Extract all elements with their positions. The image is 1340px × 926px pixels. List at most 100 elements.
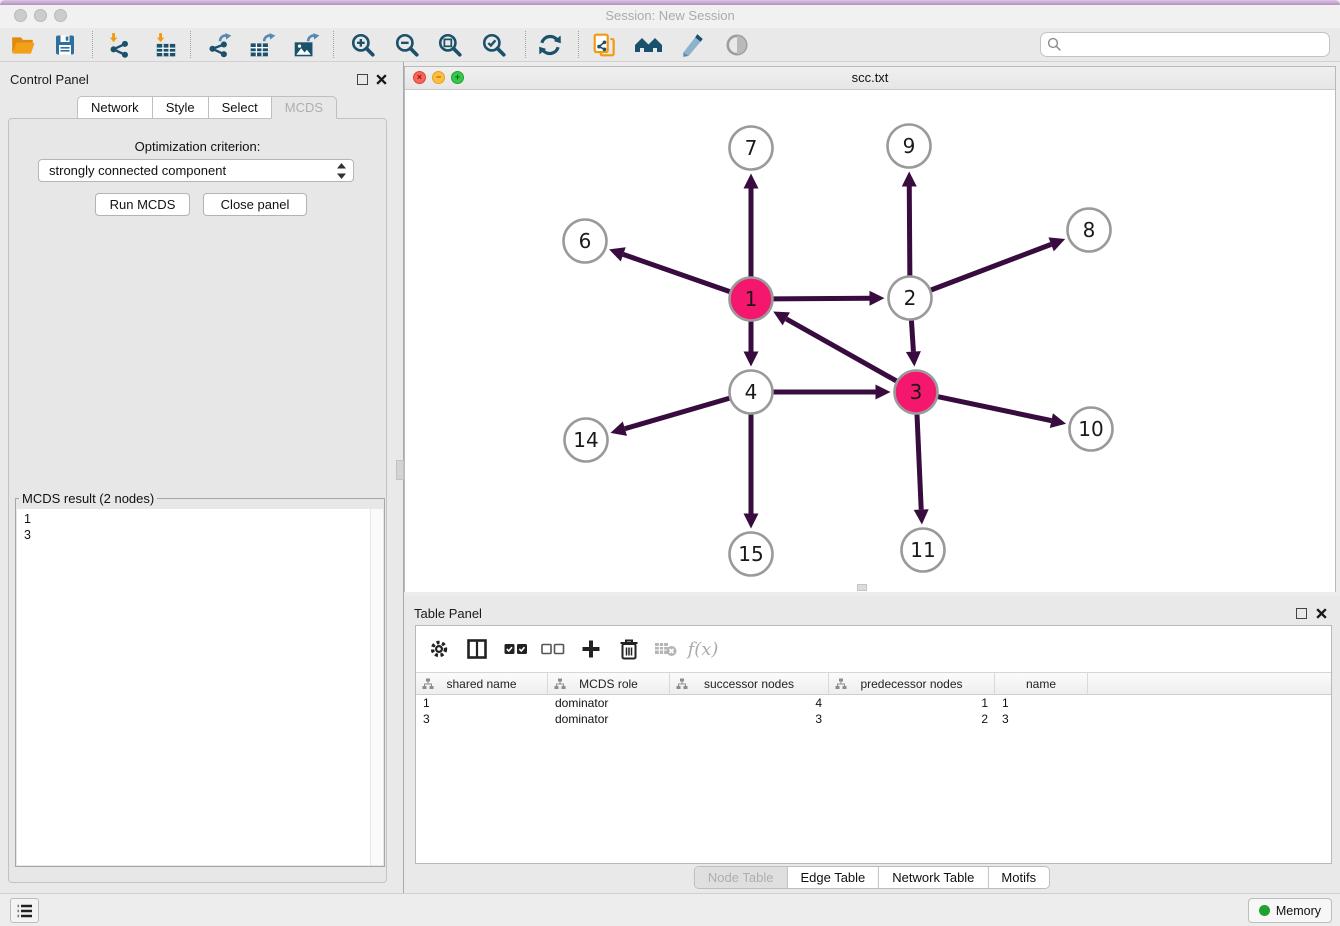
canvas-resize-grip[interactable] <box>857 584 867 591</box>
export-network-icon[interactable] <box>204 30 234 60</box>
column-header-predecessor-nodes[interactable]: predecessor nodes <box>829 673 995 694</box>
graph-edge-arrowhead <box>906 351 921 366</box>
add-row-icon[interactable] <box>576 634 606 664</box>
zoom-in-icon[interactable] <box>348 30 378 60</box>
table-toolbar: f(x) <box>416 626 1331 672</box>
column-header-MCDS-role[interactable]: MCDS role <box>548 673 670 694</box>
function-builder-icon[interactable]: f(x) <box>688 634 718 664</box>
table-cell: 4 <box>670 695 829 711</box>
memory-button[interactable]: Memory <box>1248 898 1332 923</box>
graph-edge-1-2[interactable] <box>773 298 869 299</box>
search-input[interactable] <box>1040 32 1330 57</box>
refresh-layout-icon[interactable] <box>535 30 565 60</box>
home-layout-icon[interactable] <box>634 30 664 60</box>
import-table-icon[interactable] <box>151 30 181 60</box>
mcds-result-group: MCDS result (2 nodes) 1 3 <box>15 491 385 867</box>
mcds-tab-content: Optimization criterion: strongly connect… <box>8 118 387 883</box>
table-panel: Table Panel <box>404 596 1340 893</box>
table-body: 1dominator4113dominator323 <box>416 695 1331 727</box>
apply-style-icon[interactable] <box>678 30 708 60</box>
import-network-icon[interactable] <box>104 30 134 60</box>
select-all-icon[interactable] <box>501 634 531 664</box>
node-table-container: f(x) shared nameMCDS rolesuccessor nodes… <box>415 625 1332 864</box>
select-stepper-icon <box>337 163 346 179</box>
graph-node-label: 9 <box>903 134 916 158</box>
tab-network[interactable]: Network <box>77 96 153 119</box>
criterion-select[interactable]: strongly connected component <box>38 159 354 182</box>
table-cell: 3 <box>670 711 829 727</box>
export-table-icon[interactable] <box>247 30 277 60</box>
graph-edge-3-11[interactable] <box>917 414 921 509</box>
tab-select[interactable]: Select <box>208 96 272 119</box>
network-window-titlebar: × − + scc.txt <box>405 67 1335 90</box>
unselect-all-icon[interactable] <box>538 634 568 664</box>
window-title: Session: New Session <box>0 8 1340 23</box>
column-header-shared-name[interactable]: shared name <box>416 673 548 694</box>
tab-edge-table[interactable]: Edge Table <box>787 867 879 888</box>
float-panel-icon[interactable] <box>357 74 368 85</box>
splitter-grip[interactable] <box>396 460 404 480</box>
graph-edge-2-8[interactable] <box>931 244 1051 290</box>
memory-label: Memory <box>1276 904 1321 918</box>
column-header-successor-nodes[interactable]: successor nodes <box>670 673 829 694</box>
zoom-fit-icon[interactable] <box>435 30 465 60</box>
graph-node-label: 6 <box>579 229 592 253</box>
run-mcds-button[interactable]: Run MCDS <box>95 193 190 216</box>
delete-row-icon[interactable] <box>614 634 644 664</box>
vertical-splitter[interactable] <box>395 62 404 893</box>
network-view-window: × − + scc.txt 1234678910111415 <box>404 66 1336 592</box>
show-columns-icon[interactable] <box>462 634 492 664</box>
clone-network-icon[interactable] <box>590 30 620 60</box>
mcds-result-title: MCDS result (2 nodes) <box>19 491 157 506</box>
table-row[interactable]: 3dominator323 <box>416 711 1331 727</box>
close-table-panel-icon[interactable] <box>1315 607 1328 620</box>
table-panel-tabs: Node TableEdge TableNetwork TableMotifs <box>694 866 1050 889</box>
graph-edge-1-6[interactable] <box>623 254 730 291</box>
delete-table-icon[interactable] <box>651 634 681 664</box>
optimization-criterion-label: Optimization criterion: <box>9 139 386 154</box>
network-canvas[interactable]: 1234678910111415 <box>405 90 1335 592</box>
network-window-title: scc.txt <box>405 70 1335 85</box>
control-panel: Control Panel NetworkStyleSelectMCDS Opt… <box>0 62 395 893</box>
graph-node-label: 14 <box>573 428 598 452</box>
zoom-out-icon[interactable] <box>392 30 422 60</box>
graph-edge-4-14[interactable] <box>625 398 730 428</box>
float-table-panel-icon[interactable] <box>1296 608 1307 619</box>
list-icon <box>16 903 34 919</box>
table-cell: dominator <box>548 695 670 711</box>
graph-edge-3-10[interactable] <box>938 397 1051 421</box>
graph-edge-arrowhead <box>902 171 917 186</box>
tab-node-table[interactable]: Node Table <box>695 867 788 888</box>
table-cell: 1 <box>416 695 548 711</box>
application-window: Session: New Session <box>0 0 1340 926</box>
graph-edge-3-1[interactable] <box>786 319 896 381</box>
search-icon <box>1047 37 1062 52</box>
mcds-result-area[interactable]: 1 3 <box>17 509 383 865</box>
save-session-icon[interactable] <box>50 30 80 60</box>
tab-motifs[interactable]: Motifs <box>988 867 1049 888</box>
graph-node-label: 10 <box>1078 417 1103 441</box>
graph-edge-2-9[interactable] <box>909 186 910 275</box>
open-session-icon[interactable] <box>8 30 38 60</box>
table-row[interactable]: 1dominator411 <box>416 695 1331 711</box>
hierarchy-icon <box>422 678 434 690</box>
column-header-name[interactable]: name <box>995 673 1088 694</box>
result-scrollbar[interactable] <box>370 509 383 865</box>
close-panel-icon[interactable] <box>375 73 388 86</box>
hierarchy-icon <box>835 678 847 690</box>
table-settings-icon[interactable] <box>424 634 454 664</box>
show-hide-icon[interactable] <box>722 30 752 60</box>
tab-style[interactable]: Style <box>152 96 209 119</box>
export-image-icon[interactable] <box>291 30 321 60</box>
table-cell: 2 <box>829 711 995 727</box>
graph-edge-arrowhead <box>744 174 759 189</box>
tab-network-table[interactable]: Network Table <box>879 867 988 888</box>
zoom-selected-icon[interactable] <box>479 30 509 60</box>
graph-edge-2-3[interactable] <box>911 320 913 351</box>
tab-mcds[interactable]: MCDS <box>271 96 337 119</box>
graph-edge-arrowhead <box>914 509 929 524</box>
task-history-button[interactable] <box>10 898 39 923</box>
hierarchy-icon <box>554 678 566 690</box>
close-panel-button[interactable]: Close panel <box>203 193 307 216</box>
table-cell: 3 <box>995 711 1088 727</box>
